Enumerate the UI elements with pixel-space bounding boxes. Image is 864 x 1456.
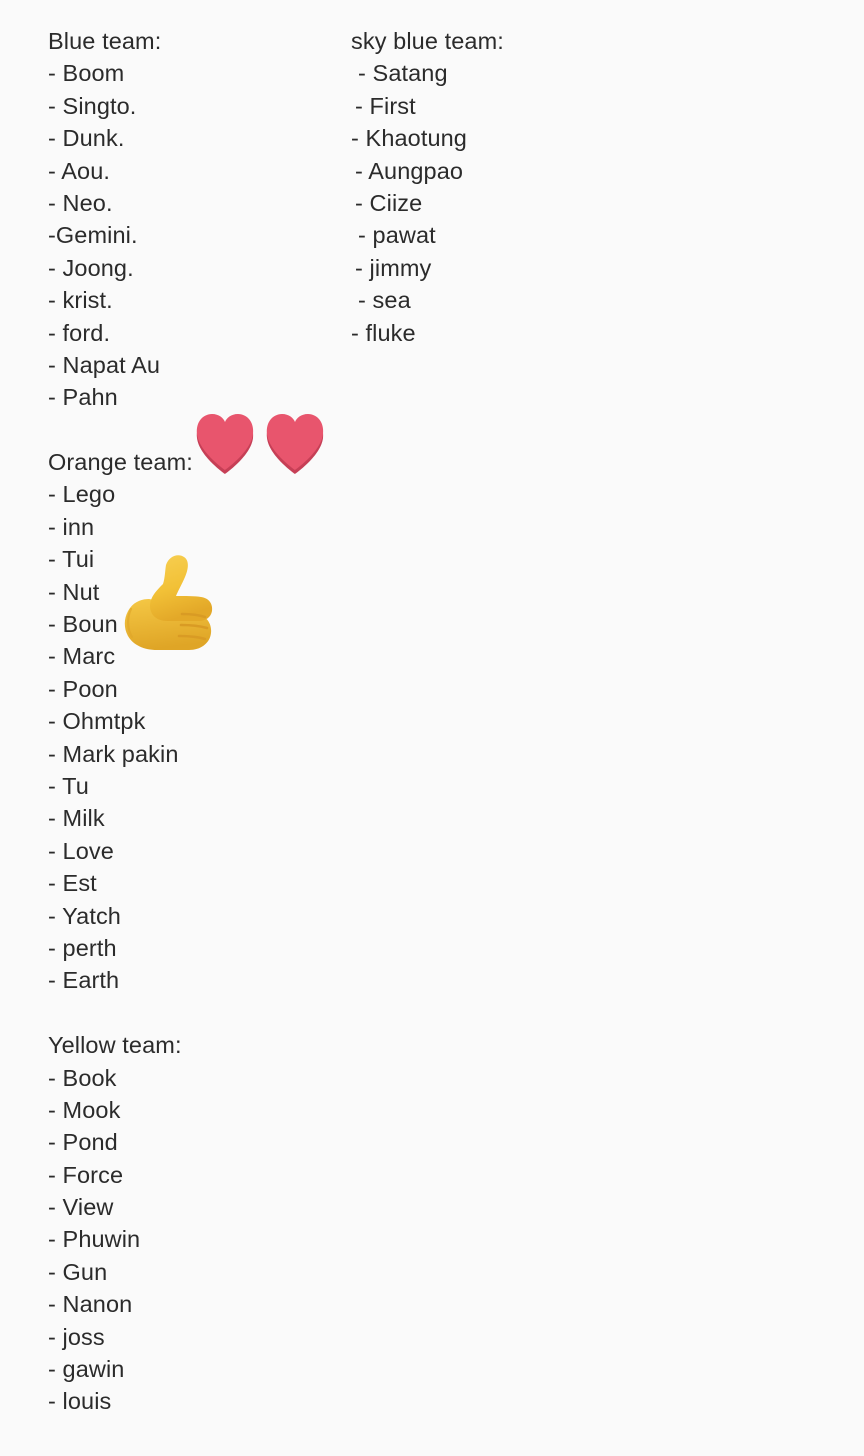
list-item: - Earth (48, 967, 120, 994)
list-item: - Pond (48, 1129, 118, 1156)
list-item: - Joong. (48, 254, 134, 281)
list-item: - Boom (48, 60, 125, 87)
list-item: - Book (48, 1064, 117, 1091)
list-item: - Pahn (48, 384, 118, 411)
left-text-column: Blue team: - Boom - Singto. - Dunk. - Ao… (48, 0, 338, 1418)
list-item: -Gemini. (48, 222, 138, 249)
list-item: - Phuwin (48, 1226, 141, 1253)
list-item: - Napat Au (48, 351, 161, 378)
list-item: - Singto. (48, 92, 137, 119)
list-item: - View (48, 1194, 114, 1221)
list-item: - Tui (48, 546, 95, 573)
list-item: - Tu (48, 772, 89, 799)
list-item: - Yatch (48, 902, 121, 929)
yellow-team-heading: Yellow team: (48, 1032, 182, 1059)
list-item: - Nanon (48, 1291, 133, 1318)
list-item: - Mark pakin (48, 740, 179, 767)
list-item: - Mook (48, 1096, 121, 1123)
list-item: - pawat (358, 222, 436, 249)
list-item: - Est (48, 870, 97, 897)
list-item: - fluke (351, 319, 416, 346)
list-item: - First (355, 92, 416, 119)
list-item: - Milk (48, 805, 105, 832)
list-item: - Aou. (48, 157, 111, 184)
list-item: - jimmy (355, 254, 432, 281)
list-item: - Ohmtpk (48, 708, 146, 735)
list-item: - Lego (48, 481, 116, 508)
blue-team-heading: Blue team: (48, 28, 162, 54)
list-item: - Satang (358, 60, 448, 87)
list-item: - ford. (48, 319, 111, 346)
list-item: - joss (48, 1323, 105, 1350)
right-text-column: sky blue team: - Satang - First - Khaotu… (351, 0, 611, 349)
list-item: - Dunk. (48, 125, 125, 152)
list-item: - perth (48, 934, 117, 961)
list-item: - Neo. (48, 189, 113, 216)
list-item: - inn (48, 513, 95, 540)
list-item: - krist. (48, 287, 113, 314)
list-item: - gawin (48, 1356, 125, 1383)
list-item: - Nut (48, 578, 100, 605)
orange-team-heading: Orange team: (48, 449, 193, 476)
list-item: - Force (48, 1161, 124, 1188)
sky-blue-team-heading: sky blue team: (351, 28, 504, 54)
list-item: - louis (48, 1388, 112, 1415)
list-item: - Gun (48, 1258, 108, 1285)
list-item: - Marc (48, 643, 116, 670)
list-item: - Ciize (355, 189, 423, 216)
list-item: - sea (358, 287, 411, 314)
note-page: Blue team: - Boom - Singto. - Dunk. - Ao… (0, 0, 864, 1456)
list-item: - Khaotung (351, 125, 467, 152)
list-item: - Boun (48, 611, 118, 638)
list-item: - Love (48, 837, 114, 864)
list-item: - Aungpao (355, 157, 464, 184)
list-item: - Poon (48, 675, 118, 702)
